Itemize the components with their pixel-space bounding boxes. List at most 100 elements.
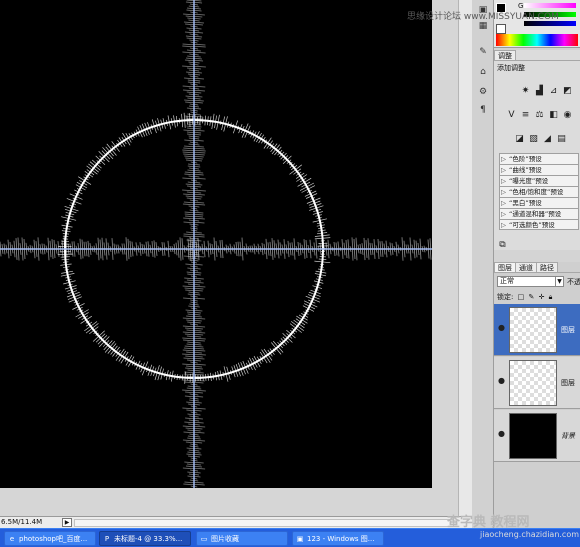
taskbar-item-label: 图片收藏 xyxy=(211,535,239,543)
layer-name: 背景 xyxy=(561,432,575,440)
preset-hue-saturation[interactable]: ▷ “色相/饱和度”预设 xyxy=(499,186,579,197)
preset-label: “曝光度”预设 xyxy=(509,177,549,185)
expand-triangle-icon: ▷ xyxy=(501,188,506,196)
layer-name: 图层 xyxy=(561,379,575,387)
layer-thumbnail xyxy=(509,413,557,459)
document-size: 6.5M/11.4M xyxy=(1,518,43,526)
lock-label: 锁定: xyxy=(497,293,514,301)
horizontal-scrollbar[interactable] xyxy=(74,519,454,527)
brush-panel-icon[interactable]: ✎ xyxy=(476,46,490,58)
preset-channel-mixer[interactable]: ▷ “通道混和器”预设 xyxy=(499,208,579,219)
lock-transparency-icon[interactable]: □ xyxy=(518,293,525,301)
lock-pixels-icon[interactable]: ✎ xyxy=(528,293,534,301)
preset-label: “色相/饱和度”预设 xyxy=(509,188,564,196)
actions-panel-icon[interactable]: ⚙ xyxy=(476,86,490,98)
expand-triangle-icon: ▷ xyxy=(501,166,506,174)
taskbar-item-label: photoshop吧_百度... xyxy=(19,535,88,543)
preset-label: “黑白”预设 xyxy=(509,199,542,207)
watermark-bottom-url: jiaocheng.chazidian.com xyxy=(480,530,580,539)
threshold-icon[interactable]: ◢ xyxy=(542,134,553,145)
black-white-icon[interactable]: ◧ xyxy=(548,110,559,121)
lock-position-icon[interactable]: ✛ xyxy=(539,293,545,301)
color-spectrum-bar[interactable] xyxy=(496,34,578,46)
preset-label: “色阶”预设 xyxy=(509,155,542,163)
expand-triangle-icon: ▷ xyxy=(501,210,506,218)
preset-label: “可选颜色”预设 xyxy=(509,221,555,229)
invert-icon[interactable]: ◪ xyxy=(514,134,525,145)
preset-selective-color[interactable]: ▷ “可选颜色”预设 xyxy=(499,219,579,230)
photo-filter-icon[interactable]: ◉ xyxy=(562,110,573,121)
red-slider[interactable] xyxy=(524,3,576,8)
expand-triangle-icon: ▷ xyxy=(501,221,506,229)
preset-levels[interactable]: ▷ “色阶”预设 xyxy=(499,153,579,164)
curves-icon[interactable]: ⊿ xyxy=(548,86,559,97)
canvas-artwork xyxy=(0,0,432,488)
document-workspace xyxy=(0,0,472,516)
right-dock: ▣ ▦ ✎ ⌂ ⚙ ¶ G 调整 添加调整 ✷ ▟ ⊿ ◩ V ≡ ⚖ ◧ ◉ … xyxy=(472,0,580,528)
tab-adjustments[interactable]: 调整 xyxy=(494,50,516,60)
gradient-map-icon[interactable]: ▤ xyxy=(556,134,567,145)
status-bar: 6.5M/11.4M ▶ xyxy=(0,516,472,528)
preset-exposure[interactable]: ▷ “曝光度”预设 xyxy=(499,175,579,186)
tab-channels[interactable]: 通道 xyxy=(515,262,537,272)
history-panel-icon[interactable]: ⌂ xyxy=(476,66,490,78)
color-panel: G xyxy=(494,0,580,48)
levels-icon[interactable]: ▟ xyxy=(534,86,545,97)
ie-icon: e xyxy=(9,535,15,543)
layer-row[interactable]: ● 图层 xyxy=(494,357,580,409)
taskbar-item-label: 未标题-4 @ 33.3%... xyxy=(114,535,183,543)
image-viewer-icon: ▣ xyxy=(296,535,304,543)
adjustment-icons-row-2: V ≡ ⚖ ◧ ◉ xyxy=(494,108,580,124)
preset-curves[interactable]: ▷ “曲线”预设 xyxy=(499,164,579,175)
status-menu-arrow-icon[interactable]: ▶ xyxy=(62,518,72,527)
adjustment-icons-row-1: ✷ ▟ ⊿ ◩ xyxy=(494,84,580,100)
visibility-eye-icon[interactable]: ● xyxy=(498,430,506,438)
brightness-contrast-icon[interactable]: ✷ xyxy=(520,86,531,97)
adjustment-preset-list: ▷ “色阶”预设 ▷ “曲线”预设 ▷ “曝光度”预设 ▷ “色相/饱和度”预设 ▷ “黑… xyxy=(499,153,579,230)
watermark-top: 思缘设计论坛 www.MISSYUAN.COM xyxy=(407,12,559,22)
taskbar-item-photoshop[interactable]: P 未标题-4 @ 33.3%... xyxy=(99,531,191,546)
watermark-bottom-title: 查字典 教程网 xyxy=(447,515,530,530)
layer-name: 图层 xyxy=(561,326,575,334)
layers-panel: 图层 通道 路径 正常 ▼ 不透 锁定: □ ✎ ✛ 🔒︎ ● 图层 ● 图层 … xyxy=(494,262,580,528)
opacity-label: 不透 xyxy=(567,278,580,286)
vertical-scrollbar[interactable] xyxy=(458,0,472,516)
layer-row[interactable]: ● 图层 xyxy=(494,304,580,356)
tab-layers[interactable]: 图层 xyxy=(494,262,516,272)
tab-paths[interactable]: 路径 xyxy=(536,262,558,272)
folder-icon: ▭ xyxy=(200,535,208,543)
expand-triangle-icon: ▷ xyxy=(501,177,506,185)
posterize-icon[interactable]: ▧ xyxy=(528,134,539,145)
expand-triangle-icon: ▷ xyxy=(501,155,506,163)
taskbar-item-label: 123 - Windows 图... xyxy=(307,535,375,543)
layer-thumbnail xyxy=(509,360,557,406)
preset-black-white[interactable]: ▷ “黑白”预设 xyxy=(499,197,579,208)
hue-saturation-icon[interactable]: ≡ xyxy=(520,110,531,121)
background-color-swatch[interactable] xyxy=(496,24,506,34)
taskbar-item-browser[interactable]: e photoshop吧_百度... xyxy=(4,531,96,546)
add-adjustment-title: 添加调整 xyxy=(497,64,525,72)
visibility-eye-icon[interactable]: ● xyxy=(498,324,506,332)
expand-triangle-icon: ▷ xyxy=(501,199,506,207)
clip-to-layer-icon[interactable]: ⧉ xyxy=(497,240,508,251)
taskbar-item-image-viewer[interactable]: ▣ 123 - Windows 图... xyxy=(292,531,384,546)
layers-tab-divider xyxy=(494,272,580,273)
adjustment-icons-row-3: ◪ ▧ ◢ ▤ xyxy=(494,132,580,148)
document-canvas[interactable] xyxy=(0,0,432,488)
blend-mode-select[interactable]: 正常 ▼ xyxy=(497,276,564,287)
visibility-eye-icon[interactable]: ● xyxy=(498,377,506,385)
taskbar-item-folder[interactable]: ▭ 图片收藏 xyxy=(196,531,288,546)
paragraph-panel-icon[interactable]: ¶ xyxy=(476,104,490,116)
blend-mode-value: 正常 xyxy=(500,277,514,285)
color-balance-icon[interactable]: ⚖ xyxy=(534,110,545,121)
collapsed-panel-strip: ▣ ▦ ✎ ⌂ ⚙ ¶ xyxy=(472,0,494,528)
chevron-down-icon: ▼ xyxy=(555,277,563,286)
layer-row[interactable]: ● 背景 xyxy=(494,410,580,462)
vibrance-icon[interactable]: V xyxy=(506,110,517,121)
panel-column: G 调整 添加调整 ✷ ▟ ⊿ ◩ V ≡ ⚖ ◧ ◉ ◪ ▧ ◢ ▤ ▷ “色… xyxy=(494,0,580,528)
adjustments-panel: 调整 添加调整 ✷ ▟ ⊿ ◩ V ≡ ⚖ ◧ ◉ ◪ ▧ ◢ ▤ ▷ “色阶”… xyxy=(494,50,580,250)
lock-all-icon[interactable]: 🔒︎ xyxy=(549,293,553,302)
exposure-icon[interactable]: ◩ xyxy=(562,86,573,97)
preset-label: “通道混和器”预设 xyxy=(509,210,562,218)
lock-row: 锁定: □ ✎ ✛ 🔒︎ xyxy=(497,292,554,302)
